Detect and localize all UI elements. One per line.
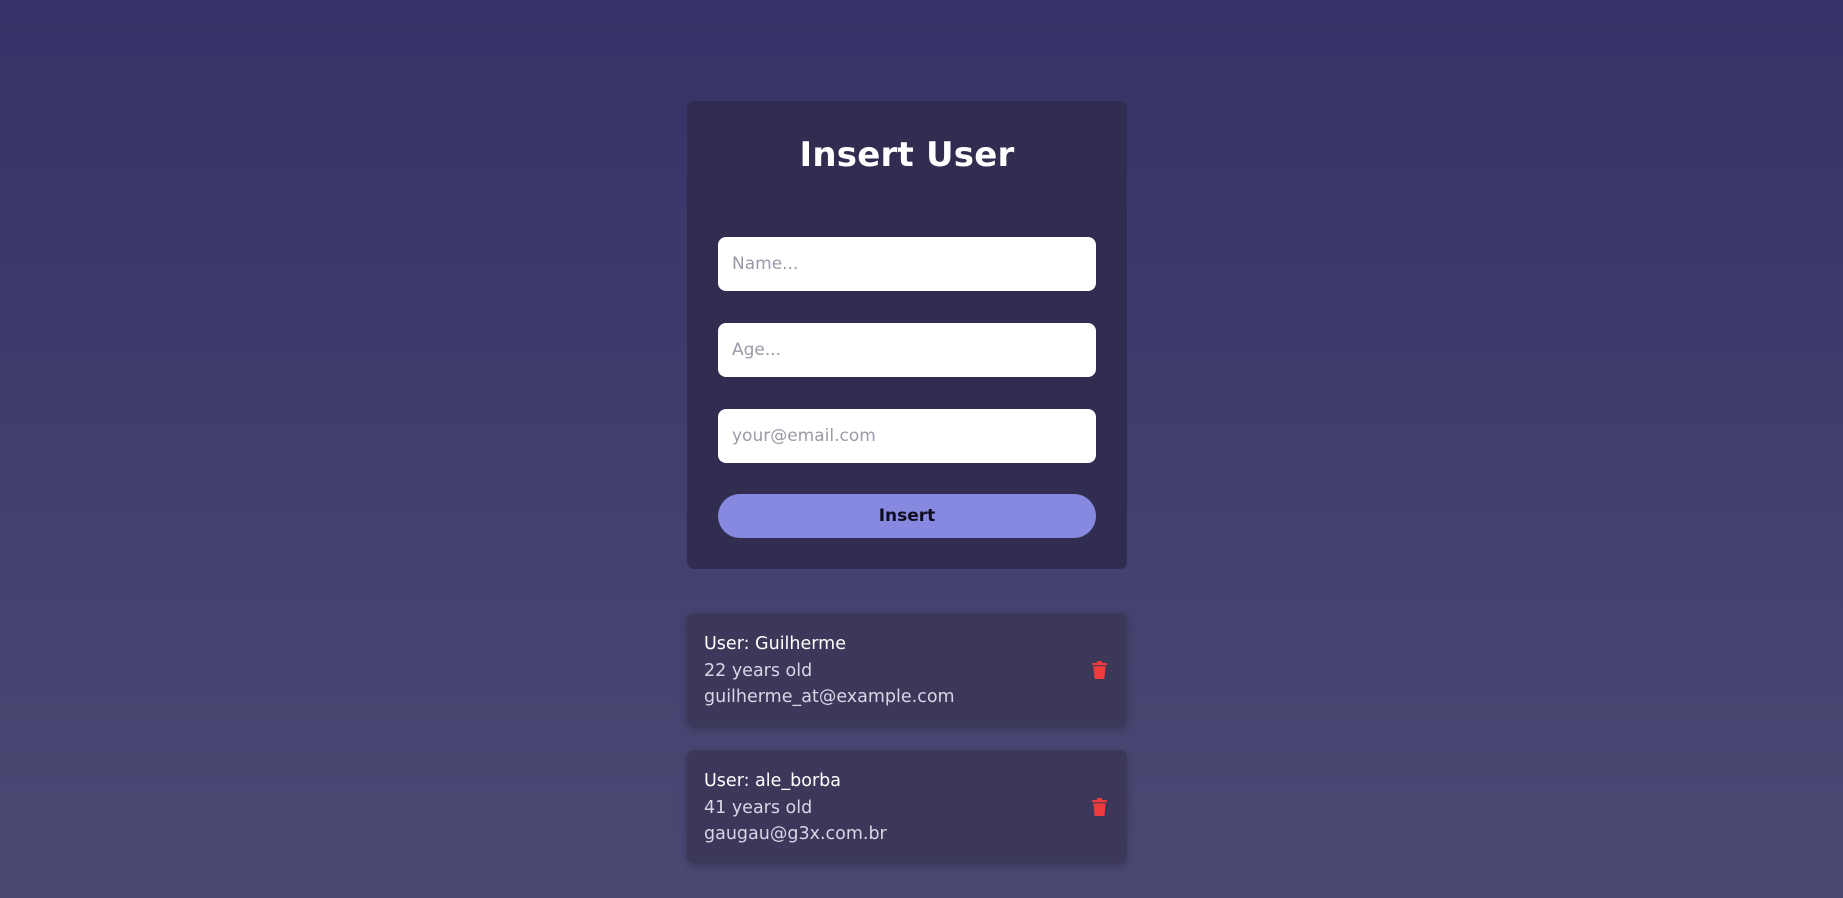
user-age: 22 years old [704,660,813,681]
user-info: User: Guilherme 22 years old guilherme_a… [704,631,955,711]
insert-user-card: Insert User Insert [687,101,1127,569]
email-input[interactable] [718,409,1096,463]
user-age: 41 years old [704,797,813,818]
name-input[interactable] [718,237,1096,291]
user-email: guilherme_at@example.com [704,687,955,707]
user-card: User: Guilherme 22 years old guilherme_a… [687,613,1127,726]
trash-icon [1091,798,1107,816]
insert-button[interactable]: Insert [718,494,1096,538]
user-name: User: ale_borba [704,771,841,791]
delete-user-button[interactable] [1087,794,1111,820]
user-list: User: Guilherme 22 years old guilherme_a… [687,613,1127,887]
user-name: User: Guilherme [704,634,846,654]
trash-icon [1091,661,1107,679]
page-title: Insert User [799,135,1015,175]
age-input[interactable] [718,323,1096,377]
delete-user-button[interactable] [1087,657,1111,683]
user-card: User: ale_borba 41 years old gaugau@g3x.… [687,750,1127,863]
user-info: User: ale_borba 41 years old gaugau@g3x.… [704,768,887,848]
user-email: gaugau@g3x.com.br [704,824,887,844]
